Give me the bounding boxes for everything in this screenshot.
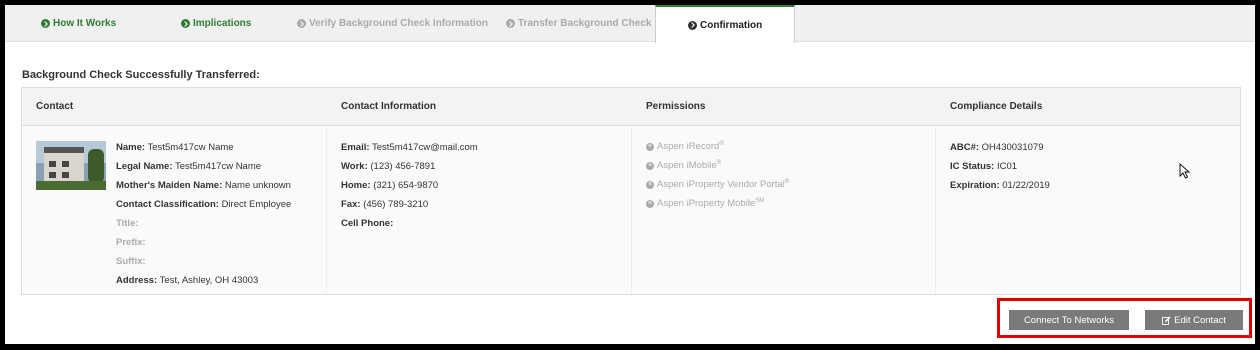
wizard-tabs: How It Works Implications Verify Backgro… [5,5,1255,43]
compliance-ic-status: IC Status: IC01 [950,161,1017,172]
field-label: Prefix: [116,237,146,248]
circle-x-icon: × [646,180,654,189]
contact-summary-table: Contact Contact Information Permissions … [21,87,1241,295]
field-value: OH430031079 [981,142,1044,153]
field-label: Email: [341,142,370,153]
field-value: 01/22/2019 [1002,180,1050,191]
connect-to-networks-button[interactable]: Connect To Networks [1009,310,1129,330]
field-value: Test, Ashley, OH 43003 [159,275,259,286]
column-header-compliance-details: Compliance Details [950,101,1043,112]
tab-how-it-works[interactable]: How It Works [41,5,116,42]
tab-implications[interactable]: Implications [181,5,251,42]
column-divider [326,126,327,294]
column-header-permissions: Permissions [646,101,706,112]
field-label: Title: [116,218,139,229]
field-label: ABC#: [950,142,980,153]
table-header: Contact Contact Information Permissions … [22,88,1240,126]
field-value: Test5m417cw Name [147,142,234,153]
permission-label: Aspen iRecord [657,141,720,152]
tab-confirmation[interactable]: Confirmation [655,5,796,43]
field-value: (456) 789-3210 [363,199,429,210]
contact-maiden-name: Mother's Maiden Name: Name unknown [116,180,291,191]
edit-contact-button[interactable]: Edit Contact [1145,310,1243,330]
compliance-abc-number: ABC#: OH430031079 [950,142,1043,153]
tab-verify-background-check[interactable]: Verify Background Check Information [297,5,488,42]
column-header-contact-information: Contact Information [341,101,436,112]
field-label: Fax: [341,199,361,210]
contact-title: Title: [116,218,139,229]
button-label: Edit Contact [1174,314,1226,326]
field-label: Legal Name: [116,161,173,172]
contact-cell-phone: Cell Phone: [341,218,393,229]
contact-suffix: Suffix: [116,256,146,267]
tab-transfer-background-check[interactable]: Transfer Background Check [506,5,651,42]
contact-prefix: Prefix: [116,237,146,248]
contact-fax: Fax: (456) 789-3210 [341,199,428,210]
field-value: Test5m417cw Name [174,161,262,172]
permission-label: Aspen iMobile [657,160,717,171]
circle-arrow-right-icon [297,19,306,28]
field-label: Mother's Maiden Name: [116,180,223,191]
field-value: Name unknown [224,180,291,191]
contact-home-phone: Home: (321) 654-9870 [341,180,438,191]
circle-arrow-right-icon [181,19,190,28]
permission-label: Aspen iProperty Mobile [657,198,756,209]
trademark-mark: SM [755,197,765,204]
field-label: Work: [341,161,368,172]
field-value: IC01 [996,161,1018,172]
field-label: Contact Classification: [116,199,219,210]
action-buttons-highlight: Connect To Networks Edit Contact [997,298,1252,338]
contact-name: Name: Test5m417cw Name [116,142,234,153]
trademark-mark: ® [716,159,722,166]
field-value: Direct Employee [221,199,292,210]
contact-email: Email: Test5m417cw@mail.com [341,142,478,153]
trademark-mark: ® [784,178,790,185]
field-value: (321) 654-9870 [373,180,439,191]
contact-legal-name: Legal Name: Test5m417cw Name [116,161,261,172]
circle-x-icon: × [646,142,654,151]
circle-arrow-right-icon [506,19,515,28]
column-divider [631,126,632,294]
circle-arrow-right-icon [41,19,50,28]
circle-x-icon: × [646,199,654,208]
permission-label: Aspen iProperty Vendor Portal [657,179,785,190]
trademark-mark: ® [719,140,724,147]
field-label: Expiration: [950,180,1000,191]
contact-photo [36,141,106,190]
page-heading: Background Check Successfully Transferre… [22,69,260,81]
edit-icon [1162,316,1171,325]
field-label: Name: [116,142,146,153]
permission-item: × Aspen iProperty Mobile SM [646,198,764,209]
permission-item: × Aspen iRecord ® [646,141,724,152]
field-value: (123) 456-7891 [370,161,436,172]
mouse-cursor-icon [1179,163,1191,179]
tab-label: Implications [193,18,252,29]
button-label: Connect To Networks [1023,314,1115,326]
permission-item: × Aspen iProperty Vendor Portal ® [646,179,789,190]
tab-label: How It Works [53,18,117,29]
field-value: Test5m417cw@mail.com [371,142,478,153]
contact-address: Address: Test, Ashley, OH 43003 [116,275,258,286]
field-label: Address: [116,275,158,286]
field-label: Home: [341,180,371,191]
tab-label: Transfer Background Check [518,18,652,29]
contact-classification: Contact Classification: Direct Employee [116,199,291,210]
page-frame: How It Works Implications Verify Backgro… [5,5,1255,344]
circle-x-icon: × [646,161,654,170]
tab-label: Verify Background Check Information [309,18,488,29]
circle-arrow-right-icon [688,20,697,30]
table-row: Name: Test5m417cw Name Legal Name: Test5… [22,126,1240,294]
field-label: Cell Phone: [341,218,394,229]
tab-label: Confirmation [700,19,763,31]
column-divider [935,126,936,294]
compliance-expiration: Expiration: 01/22/2019 [950,180,1050,191]
field-label: Suffix: [116,256,146,267]
column-header-contact: Contact [36,101,74,112]
contact-work-phone: Work: (123) 456-7891 [341,161,435,172]
permission-item: × Aspen iMobile ® [646,160,721,171]
field-label: IC Status: [950,161,995,172]
